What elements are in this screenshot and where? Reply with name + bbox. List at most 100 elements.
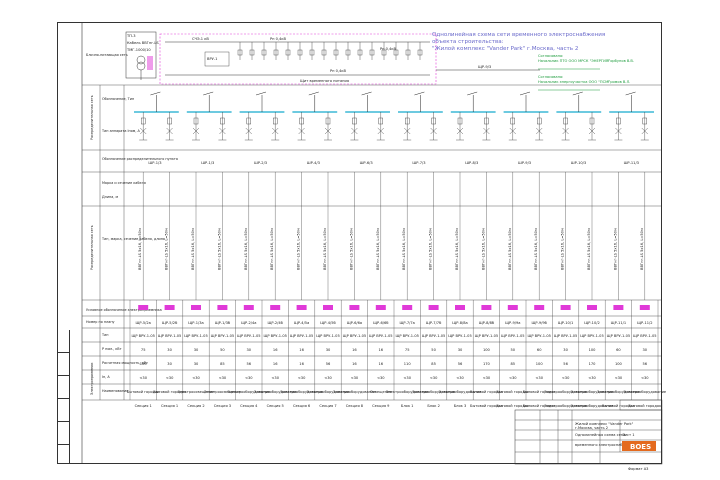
panel-id: ЩР-5/2а — [136, 321, 151, 325]
panel-location: Секция 1 — [135, 404, 152, 408]
approval2-role: Начальник энергоучастка ООО "ПСМ" — [538, 80, 610, 84]
cable-label: ВВГнг-LS 5х16, L=50м — [191, 228, 195, 270]
row-label-consumer: Электроприемник — [90, 362, 94, 395]
cable-label: ВВГнг-LS 5х16, L=50м — [508, 228, 512, 270]
title-line1: Однолинейная схема сети временного элект… — [432, 31, 605, 38]
panel-group-label: ШР-1/3 — [148, 161, 161, 165]
panel-cell: 100 — [589, 348, 597, 352]
panel-id: ЩР-4/5б — [320, 321, 336, 325]
row-label-type: Обозначение, Тип — [102, 97, 134, 101]
panel-cell: 16 — [299, 362, 304, 366]
panel-group-label: ШР-8/3 — [465, 161, 478, 165]
right-panel-label: ЩР-9/3 — [478, 65, 491, 69]
cable-label: ВВГнг-LS 5х16, L=50м — [376, 228, 380, 270]
cable-label: ВВГнг-LS 5х16, L=50м — [297, 228, 301, 270]
company-logo-text: BOES — [630, 443, 651, 451]
consumer-symbol — [428, 305, 439, 310]
cable-label: ВВГнг-LS 5х16, L=50м — [402, 228, 406, 270]
panel-id: ЩР-7/7б — [426, 321, 442, 325]
consumer-symbol — [560, 305, 571, 310]
consumer-symbol — [164, 305, 175, 310]
approval1-name: Горбунов В.В. — [608, 59, 634, 63]
row-label-symbol: Условное обозначение электроприемника — [86, 308, 162, 312]
panel-id: ЩР-9/9б — [531, 321, 547, 325]
panel-cell: <30 — [430, 376, 438, 380]
panel-cell: 16 — [379, 348, 384, 352]
panel-cell: 56 — [563, 362, 568, 366]
panel-cell: ЩР ВРУ-1-05 — [237, 334, 261, 338]
panel-cell: 56 — [247, 362, 252, 366]
panel-cell: <30 — [298, 376, 306, 380]
row-label-plan-number: Номер по плану — [86, 320, 115, 324]
svg-text:Щит временного питания: Щит временного питания — [300, 79, 349, 83]
panel-id: ЩР-6/6а — [347, 321, 362, 325]
panel-cell: <30 — [509, 376, 517, 380]
panel-group-label: ШР-10/3 — [571, 161, 586, 165]
panel-cell: 30 — [194, 348, 199, 352]
panel-cell: 16 — [273, 348, 278, 352]
panel-cell: ЩР ВРУ-1-05 — [211, 334, 235, 338]
panel-cell: 30 — [194, 362, 199, 366]
svg-text:Кабель ВВГнг-LS: Кабель ВВГнг-LS — [127, 41, 159, 45]
title-line2: объекта строительства: — [432, 39, 504, 45]
panel-cell: 85 — [511, 362, 516, 366]
panel-location: Секция 4 — [240, 404, 258, 408]
consumer-symbol — [296, 305, 307, 310]
svg-text:Рн 0,4кВ: Рн 0,4кВ — [330, 69, 347, 73]
cable-label: ВВГнг-LS 5х16, L=50м — [561, 228, 565, 270]
row-label-cable-type: Тип, марка, сечение кабеля, длина — [101, 237, 165, 241]
transformer-left-group: ТП-3 Кабель ВВГнг-LS ТМГ-1000/10 — [125, 31, 159, 80]
row-label-cable: Марка и сечение кабеля — [102, 181, 146, 185]
svg-text:Рн 0,4кВ: Рн 0,4кВ — [270, 37, 287, 41]
panel-id: ЩР-8/8а — [452, 321, 467, 325]
consumer-symbol — [507, 305, 518, 310]
panel-location: Секция 3 — [214, 404, 231, 408]
panel-cell: 110 — [404, 362, 412, 366]
supply-frame — [159, 33, 437, 85]
consumer-symbol — [323, 305, 333, 310]
approval2-name: Громов В.Л. — [608, 80, 630, 84]
panel-cell: ЩР ВРУ-1-05 — [554, 334, 578, 338]
panel-id: ЩР-8/8б — [479, 321, 495, 325]
panel-location: Секция 7 — [319, 404, 336, 408]
panel-group-label: ШР-2/3 — [254, 161, 267, 165]
consumer-symbol — [587, 305, 597, 310]
svg-text:ТМГ-1000/10: ТМГ-1000/10 — [126, 48, 151, 52]
panel-cell: ЩР ВРУ-1-05 — [158, 334, 182, 338]
cable-label: ВВГнг-LS 5х16, L=50м — [640, 228, 644, 270]
svg-text:г.Москва, часть 2: г.Москва, часть 2 — [575, 426, 608, 430]
panel-cell: 60 — [537, 348, 542, 352]
panel-cell: 50 — [431, 348, 436, 352]
panel-cell: ЩР ВРУ-1-05 — [316, 334, 340, 338]
cable-label: ВВГнг-LS 5х16, L=50м — [165, 228, 169, 270]
cable-label: ВВГнг-LS 5х16, L=50м — [270, 228, 274, 270]
panel-cell: 16 — [299, 348, 304, 352]
panel-cell: 85 — [220, 362, 225, 366]
cable-label: ВВГнг-LS 5х16, L=50м — [481, 228, 485, 270]
title-block: Жилой комплекс "Vander Park" г.Москва, ч… — [514, 409, 663, 471]
panel-cell: 16 — [352, 348, 357, 352]
cable-label: ВВГнг-LS 5х16, L=50м — [349, 228, 353, 270]
panel-cell: ЩР ВРУ-1-05 — [343, 334, 367, 338]
panel-cell: ЩР ВРУ-1-05 — [263, 334, 287, 338]
approval2-label: Согласовано: — [538, 75, 563, 79]
panel-cell: <30 — [351, 376, 359, 380]
panel-group-label: ШР-4/3 — [307, 161, 320, 165]
panel-cell: ЩР ВРУ-1-05 — [395, 334, 419, 338]
panel-cell: ЩР ВРУ-1-05 — [501, 334, 525, 338]
panel-cell: <30 — [641, 376, 649, 380]
panel-cell: 75 — [405, 348, 410, 352]
panel-id: ЩР-1/3б — [215, 321, 231, 325]
panel-cell: ЩР ВРУ-1-05 — [422, 334, 446, 338]
row-label-name: Наименование — [102, 389, 128, 393]
panel-cell: 50 — [220, 348, 225, 352]
panel-cell: 75 — [141, 348, 146, 352]
cable-label: ВВГнг-LS 5х16, L=50м — [244, 228, 248, 270]
panel-cell: 16 — [352, 362, 357, 366]
panel-cell: ЩР ВРУ-1-05 — [633, 334, 657, 338]
panel-cell: ЩР ВРУ-1-05 — [290, 334, 314, 338]
panel-cell: <30 — [588, 376, 596, 380]
panel-location: Секция 6 — [293, 404, 311, 408]
panel-group-label: ШР-7/3 — [412, 161, 425, 165]
panel-cell: 56 — [458, 362, 463, 366]
